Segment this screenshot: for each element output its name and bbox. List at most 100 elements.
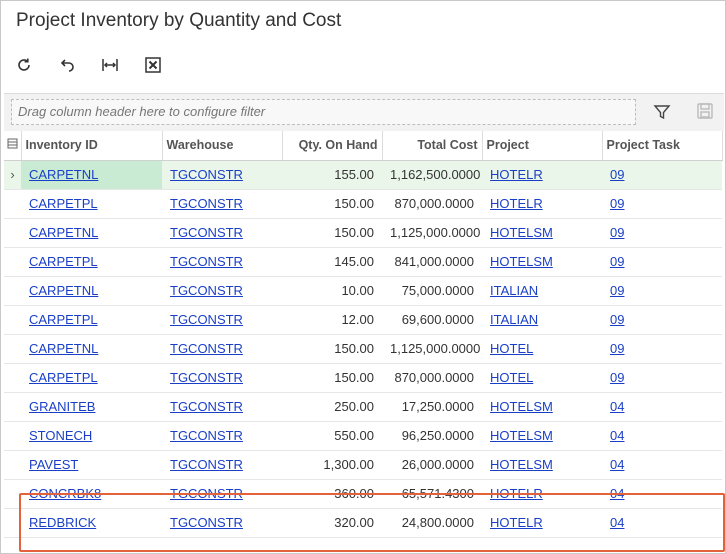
table-row[interactable]: CARPETNL TGCONSTR 150.00 1,125,000.0000 HOTE… — [4, 218, 722, 248]
warehouse-link[interactable]: TGCONSTR — [170, 225, 243, 240]
project-link[interactable]: HOTELSM — [490, 428, 553, 443]
project-link[interactable]: HOTELSM — [490, 457, 553, 472]
project-task-link[interactable]: 04 — [610, 428, 624, 443]
filter-icon[interactable] — [652, 102, 672, 122]
project-task-link[interactable]: 04 — [610, 515, 624, 530]
cell-inventory-id: CARPETPL — [21, 363, 162, 393]
project-task-link[interactable]: 09 — [610, 283, 624, 298]
cell-total-cost: 1,162,500.0000 — [382, 160, 482, 190]
row-selector[interactable] — [4, 276, 21, 306]
inventory-id-link[interactable]: CARPETPL — [29, 254, 98, 269]
warehouse-link[interactable]: TGCONSTR — [170, 399, 243, 414]
warehouse-link[interactable]: TGCONSTR — [170, 515, 243, 530]
row-selector[interactable] — [4, 218, 21, 248]
table-row[interactable]: CARPETNL TGCONSTR 10.00 75,000.0000 ITALIAN 0… — [4, 276, 722, 306]
inventory-id-link[interactable]: CARPETNL — [29, 341, 98, 356]
export-excel-button[interactable] — [140, 52, 166, 78]
project-link[interactable]: HOTELR — [490, 515, 543, 530]
project-link[interactable]: HOTELR — [490, 486, 543, 501]
cell-project-task: 09 — [602, 305, 722, 335]
row-selector[interactable] — [4, 247, 21, 277]
project-task-link[interactable]: 09 — [610, 370, 624, 385]
project-link[interactable]: HOTEL — [490, 370, 533, 385]
inventory-id-link[interactable]: CARPETPL — [29, 370, 98, 385]
warehouse-link[interactable]: TGCONSTR — [170, 196, 243, 211]
warehouse-link[interactable]: TGCONSTR — [170, 457, 243, 472]
refresh-button[interactable] — [11, 52, 37, 78]
inventory-id-link[interactable]: REDBRICK — [29, 515, 96, 530]
warehouse-link[interactable]: TGCONSTR — [170, 254, 243, 269]
inventory-id-link[interactable]: CARPETPL — [29, 312, 98, 327]
fit-to-screen-button[interactable] — [97, 52, 123, 78]
project-task-link[interactable]: 09 — [610, 196, 624, 211]
column-header-project-task[interactable]: Project Task — [602, 131, 723, 161]
column-header-inventory-id[interactable]: Inventory ID — [21, 131, 163, 161]
warehouse-link[interactable]: TGCONSTR — [170, 428, 243, 443]
project-link[interactable]: HOTELSM — [490, 225, 553, 240]
cell-project: HOTELSM — [482, 247, 602, 277]
table-row[interactable]: CONCRBK8 TGCONSTR 360.00 65,571.4300 HOTELR 0… — [4, 479, 722, 509]
cell-project: HOTELSM — [482, 421, 602, 451]
table-row[interactable]: STONECH TGCONSTR 550.00 96,250.0000 HOTELSM 0… — [4, 421, 722, 451]
cell-project-task: 04 — [602, 450, 722, 480]
project-link[interactable]: HOTELR — [490, 196, 543, 211]
project-task-link[interactable]: 09 — [610, 341, 624, 356]
column-header-warehouse[interactable]: Warehouse — [162, 131, 283, 161]
inventory-id-link[interactable]: PAVEST — [29, 457, 78, 472]
project-link[interactable]: ITALIAN — [490, 283, 538, 298]
project-task-link[interactable]: 04 — [610, 457, 624, 472]
warehouse-link[interactable]: TGCONSTR — [170, 167, 243, 182]
project-link[interactable]: HOTELSM — [490, 254, 553, 269]
project-task-link[interactable]: 09 — [610, 254, 624, 269]
inventory-id-link[interactable]: CARPETNL — [29, 225, 98, 240]
column-settings[interactable] — [4, 131, 22, 161]
inventory-id-link[interactable]: STONECH — [29, 428, 92, 443]
row-selector[interactable] — [4, 421, 21, 451]
row-selector[interactable] — [4, 363, 21, 393]
project-link[interactable]: HOTELR — [490, 167, 543, 182]
column-header-qty-on-hand[interactable]: Qty. On Hand — [282, 131, 383, 161]
table-row[interactable]: CARPETPL TGCONSTR 150.00 870,000.0000 HOTELR… — [4, 189, 722, 219]
project-link[interactable]: ITALIAN — [490, 312, 538, 327]
column-header-total-cost[interactable]: Total Cost — [382, 131, 483, 161]
undo-button[interactable] — [54, 52, 80, 78]
table-row[interactable]: CARPETNL TGCONSTR 150.00 1,125,000.0000 HOTE… — [4, 334, 722, 364]
project-task-link[interactable]: 04 — [610, 399, 624, 414]
inventory-id-link[interactable]: CARPETNL — [29, 283, 98, 298]
filter-drop-zone[interactable]: Drag column header here to configure fil… — [11, 99, 636, 125]
inventory-id-link[interactable]: GRANITEB — [29, 399, 95, 414]
row-selector[interactable] — [4, 334, 21, 364]
warehouse-link[interactable]: TGCONSTR — [170, 312, 243, 327]
inventory-id-link[interactable]: CARPETNL — [29, 167, 98, 182]
table-row[interactable]: REDBRICK TGCONSTR 320.00 24,800.0000 HOTELR 0… — [4, 508, 722, 538]
warehouse-link[interactable]: TGCONSTR — [170, 283, 243, 298]
save-filter-icon[interactable] — [696, 102, 714, 120]
row-selector[interactable] — [4, 450, 21, 480]
warehouse-link[interactable]: TGCONSTR — [170, 341, 243, 356]
table-row[interactable]: GRANITEB TGCONSTR 250.00 17,250.0000 HOTELSM… — [4, 392, 722, 422]
row-selector[interactable] — [4, 392, 21, 422]
table-row[interactable]: › CARPETNL TGCONSTR 155.00 1,162,500.0000 HOT… — [4, 160, 722, 190]
table-row[interactable]: CARPETPL TGCONSTR 145.00 841,000.0000 HOTELS… — [4, 247, 722, 277]
project-link[interactable]: HOTELSM — [490, 399, 553, 414]
project-task-link[interactable]: 09 — [610, 312, 624, 327]
inventory-id-link[interactable]: CARPETPL — [29, 196, 98, 211]
inventory-id-link[interactable]: CONCRBK8 — [29, 486, 101, 501]
row-selector[interactable] — [4, 305, 21, 335]
column-header-project[interactable]: Project — [482, 131, 603, 161]
cell-total-cost: 75,000.0000 — [382, 276, 482, 306]
table-row[interactable]: CARPETPL TGCONSTR 12.00 69,600.0000 ITALIAN 0… — [4, 305, 722, 335]
row-selector[interactable] — [4, 508, 21, 538]
table-row[interactable]: PAVEST TGCONSTR 1,300.00 26,000.0000 HOTELSM… — [4, 450, 722, 480]
cell-qty-on-hand: 320.00 — [282, 508, 382, 538]
warehouse-link[interactable]: TGCONSTR — [170, 370, 243, 385]
warehouse-link[interactable]: TGCONSTR — [170, 486, 243, 501]
project-task-link[interactable]: 09 — [610, 225, 624, 240]
row-selector[interactable] — [4, 479, 21, 509]
project-task-link[interactable]: 04 — [610, 486, 624, 501]
row-selector[interactable]: › — [4, 160, 21, 190]
project-task-link[interactable]: 09 — [610, 167, 624, 182]
project-link[interactable]: HOTEL — [490, 341, 533, 356]
table-row[interactable]: CARPETPL TGCONSTR 150.00 870,000.0000 HOTEL 0… — [4, 363, 722, 393]
row-selector[interactable] — [4, 189, 21, 219]
